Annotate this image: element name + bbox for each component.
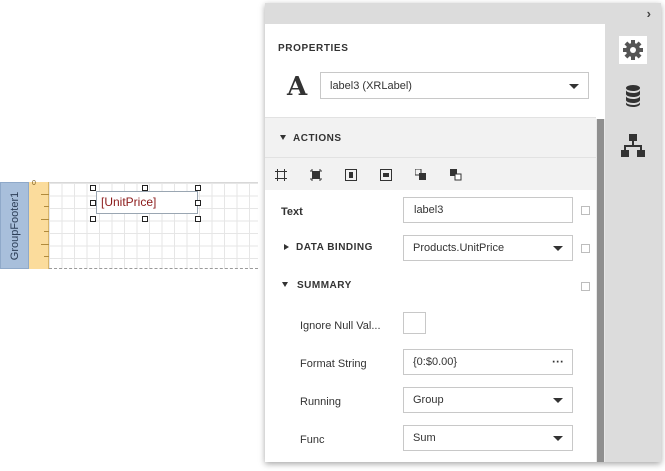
ruler-zero-label: 0 xyxy=(32,180,36,187)
caret-right-icon[interactable] xyxy=(284,244,289,250)
chevron-down-icon xyxy=(553,436,563,441)
format-string-label: Format String xyxy=(300,358,367,370)
chevron-down-icon xyxy=(553,398,563,403)
element-selector[interactable]: label3 (XRLabel) xyxy=(320,72,589,99)
panel-top-bar: › xyxy=(265,3,661,24)
fit-bounds-icon[interactable] xyxy=(275,169,287,181)
resize-handle-top-center[interactable] xyxy=(142,185,148,191)
properties-title: PROPERTIES xyxy=(278,43,349,54)
text-property-input[interactable]: label3 xyxy=(403,197,573,223)
ignore-null-label: Ignore Null Val... xyxy=(300,320,381,332)
text-property-value: label3 xyxy=(414,204,444,216)
center-horizontal-icon[interactable] xyxy=(345,169,357,181)
data-binding-value: Products.UnitPrice xyxy=(413,242,505,254)
text-property-checkbox[interactable] xyxy=(581,206,590,215)
actions-toolbar xyxy=(265,158,596,190)
running-select[interactable]: Group xyxy=(403,387,573,413)
format-string-input[interactable]: {0:$0.00} ··· xyxy=(403,349,573,375)
chevron-down-icon xyxy=(553,246,563,251)
label-expression: [UnitPrice] xyxy=(101,195,157,209)
bring-to-front-icon[interactable] xyxy=(415,169,427,181)
band-name: GroupFooter1 xyxy=(8,191,21,260)
properties-panel: › PROPERTIES A label3 (XRLabel) ACTIONS … xyxy=(265,3,661,462)
resize-handle-middle-right[interactable] xyxy=(195,200,201,206)
panel-tabs xyxy=(605,24,661,462)
chevron-right-icon[interactable]: › xyxy=(647,6,651,21)
send-to-back-icon[interactable] xyxy=(450,169,462,181)
text-A-icon: A xyxy=(287,72,308,102)
properties-scrollbar[interactable] xyxy=(596,119,605,462)
caret-down-icon xyxy=(280,135,286,140)
format-string-value: {0:$0.00} xyxy=(413,356,458,368)
group-footer-band-caption[interactable]: GroupFooter1 xyxy=(0,182,29,269)
resize-handle-bottom-left[interactable] xyxy=(90,216,96,222)
fit-text-icon[interactable] xyxy=(310,169,322,181)
resize-handle-bottom-right[interactable] xyxy=(195,216,201,222)
vertical-ruler: 0 xyxy=(29,180,49,269)
running-label: Running xyxy=(300,396,341,408)
element-selector-value: label3 (XRLabel) xyxy=(330,79,412,92)
gear-icon[interactable] xyxy=(619,36,647,64)
func-select[interactable]: Sum xyxy=(403,425,573,451)
chevron-down-icon xyxy=(569,83,579,89)
properties-content: PROPERTIES A label3 (XRLabel) ACTIONS Te… xyxy=(265,24,605,462)
actions-label: ACTIONS xyxy=(293,133,342,144)
ellipsis-icon[interactable]: ··· xyxy=(552,354,564,368)
resize-handle-top-left[interactable] xyxy=(90,185,96,191)
func-value: Sum xyxy=(413,432,436,444)
caret-down-icon[interactable] xyxy=(282,282,288,287)
scrollbar-thumb[interactable] xyxy=(597,119,604,462)
resize-handle-bottom-center[interactable] xyxy=(142,216,148,222)
resize-handle-top-right[interactable] xyxy=(195,185,201,191)
data-binding-checkbox[interactable] xyxy=(581,244,590,253)
report-label-unitprice[interactable]: [UnitPrice] xyxy=(96,191,198,214)
hierarchy-icon[interactable] xyxy=(619,132,647,160)
resize-handle-middle-left[interactable] xyxy=(90,200,96,206)
summary-checkbox[interactable] xyxy=(581,282,590,291)
text-property-label: Text xyxy=(281,206,303,218)
data-binding-select[interactable]: Products.UnitPrice xyxy=(403,235,573,261)
database-icon[interactable] xyxy=(619,82,647,110)
data-binding-label: DATA BINDING xyxy=(296,242,373,253)
center-vertical-icon[interactable] xyxy=(380,169,392,181)
func-label: Func xyxy=(300,434,325,446)
running-value: Group xyxy=(413,394,444,406)
actions-section-header[interactable]: ACTIONS xyxy=(265,117,596,158)
summary-label: SUMMARY xyxy=(297,280,352,291)
ignore-null-checkbox[interactable] xyxy=(403,312,426,334)
